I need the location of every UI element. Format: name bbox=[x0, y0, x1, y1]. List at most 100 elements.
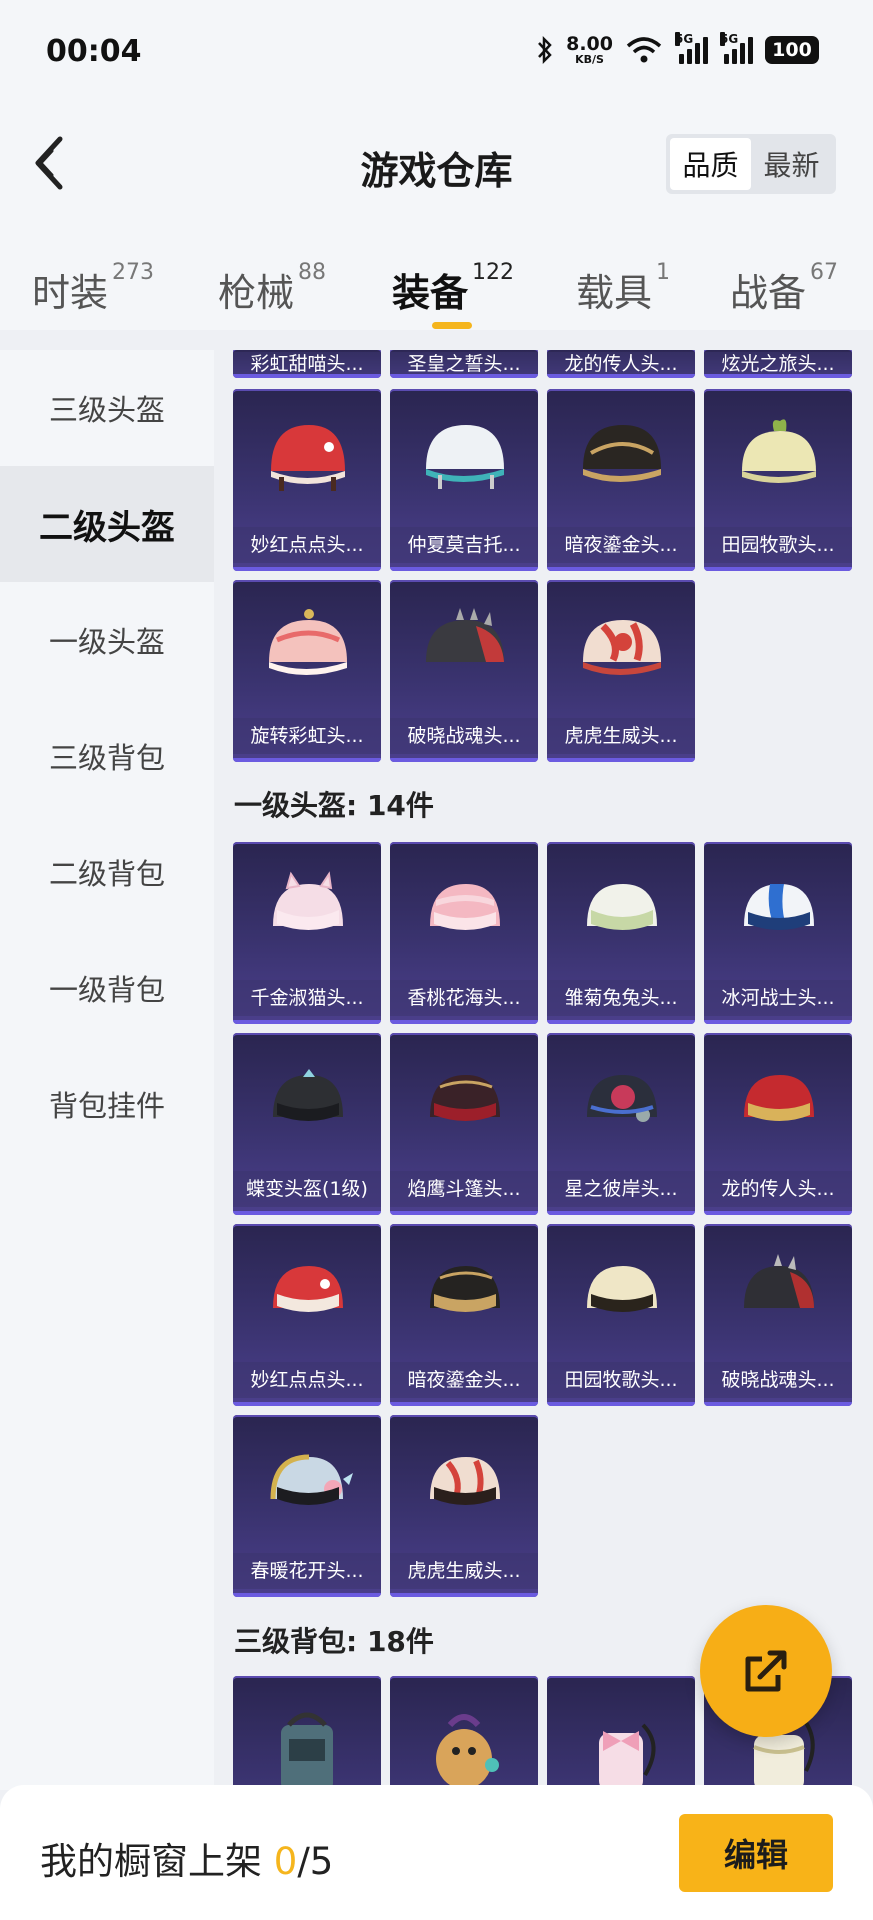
sidebar-item-level3-helmet[interactable]: 三级头盔 bbox=[0, 350, 214, 466]
sidebar-item-level2-helmet[interactable]: 二级头盔 bbox=[0, 466, 214, 582]
item-card[interactable]: 田园牧歌头... bbox=[704, 389, 852, 571]
item-name: 香桃花海头... bbox=[390, 980, 538, 1016]
sidebar-item-level2-backpack[interactable]: 二级背包 bbox=[0, 814, 214, 930]
tab-label: 战备 bbox=[730, 271, 807, 315]
item-card[interactable]: 雏菊兔兔头... bbox=[547, 842, 695, 1024]
item-card[interactable]: 春暖花开头... bbox=[233, 1415, 381, 1597]
item-card[interactable]: 破晓战魂头... bbox=[390, 580, 538, 762]
subcategory-sidebar: 三级头盔 二级头盔 一级头盔 三级背包 二级背包 一级背包 背包挂件 bbox=[0, 350, 214, 1790]
item-name: 星之彼岸头... bbox=[547, 1171, 695, 1207]
tab-label: 时装 bbox=[32, 271, 109, 315]
item-card[interactable]: 龙的传人头... bbox=[547, 350, 695, 378]
item-card[interactable]: 焰鹰斗篷头... bbox=[390, 1033, 538, 1215]
sidebar-item-backpack-charm[interactable]: 背包挂件 bbox=[0, 1046, 214, 1162]
item-card[interactable]: 虎虎生威头... bbox=[547, 580, 695, 762]
tab-firearms[interactable]: 枪械 88 bbox=[218, 260, 327, 317]
speed-unit: KB/S bbox=[575, 53, 604, 66]
tab-count: 88 bbox=[298, 260, 327, 285]
cream-helmet-icon bbox=[587, 1266, 657, 1312]
tactical-backpack-icon bbox=[281, 1712, 333, 1785]
sidebar-item-level3-backpack[interactable]: 三级背包 bbox=[0, 698, 214, 814]
showcase-status: 我的橱窗上架 0/5 bbox=[40, 1831, 333, 1885]
item-name: 龙的传人头... bbox=[547, 352, 695, 376]
item-card[interactable]: 妙红点点头... bbox=[233, 1224, 381, 1406]
category-tabs: 时装 273 枪械 88 装备 122 载具 1 战备 67 bbox=[0, 250, 873, 330]
item-card[interactable]: 暗夜鎏金头... bbox=[390, 1224, 538, 1406]
spiked-dark-helmet-icon bbox=[744, 1254, 814, 1308]
item-name: 雏菊兔兔头... bbox=[547, 980, 695, 1016]
share-button[interactable] bbox=[700, 1605, 832, 1737]
speed-value: 8.00 bbox=[566, 33, 613, 55]
item-card[interactable]: 彩虹甜喵头... bbox=[233, 350, 381, 378]
tab-vehicles[interactable]: 载具 1 bbox=[576, 260, 671, 317]
tab-count: 67 bbox=[810, 260, 839, 285]
tech-helmet-icon bbox=[587, 1075, 657, 1122]
pink-cat-helmet-icon bbox=[273, 871, 343, 930]
item-card[interactable]: 蝶变头盔(1级) bbox=[233, 1033, 381, 1215]
item-card[interactable] bbox=[547, 1676, 695, 1785]
item-name: 圣皇之誓头... bbox=[390, 352, 538, 376]
active-tab-indicator bbox=[432, 322, 472, 329]
cellular-signal-2: 5G bbox=[720, 32, 753, 64]
item-card[interactable]: 香桃花海头... bbox=[390, 842, 538, 1024]
item-card[interactable]: 妙红点点头... bbox=[233, 389, 381, 571]
item-card[interactable]: 旋转彩虹头... bbox=[233, 580, 381, 762]
item-card[interactable]: 圣皇之誓头... bbox=[390, 350, 538, 378]
item-card[interactable]: 虎虎生威头... bbox=[390, 1415, 538, 1597]
red-gold-helmet-icon bbox=[744, 1075, 814, 1121]
spiked-dark-helmet-icon bbox=[426, 608, 504, 662]
item-card[interactable]: 破晓战魂头... bbox=[704, 1224, 852, 1406]
item-name: 田园牧歌头... bbox=[547, 1362, 695, 1398]
item-name: 破晓战魂头... bbox=[390, 718, 538, 754]
battery-indicator: 100 bbox=[765, 36, 819, 64]
plush-backpack-icon bbox=[436, 1714, 499, 1785]
item-card[interactable] bbox=[233, 1676, 381, 1785]
share-icon bbox=[745, 1650, 787, 1692]
tiger-pattern-helmet-icon bbox=[583, 620, 661, 675]
cellular-signal-1: 5G bbox=[675, 32, 708, 64]
item-card[interactable]: 炫光之旅头... bbox=[704, 350, 852, 378]
item-card[interactable]: 暗夜鎏金头... bbox=[547, 389, 695, 571]
tab-count: 122 bbox=[472, 260, 515, 285]
sort-quality-button[interactable]: 品质 bbox=[670, 138, 751, 190]
item-card[interactable]: 千金淑猫头... bbox=[233, 842, 381, 1024]
item-name: 彩虹甜喵头... bbox=[233, 352, 381, 376]
tab-count: 1 bbox=[656, 260, 671, 285]
item-card[interactable]: 冰河战士头... bbox=[704, 842, 852, 1024]
sidebar-item-level1-helmet[interactable]: 一级头盔 bbox=[0, 582, 214, 698]
item-card[interactable]: 星之彼岸头... bbox=[547, 1033, 695, 1215]
white-teal-helmet-icon bbox=[426, 425, 504, 489]
tab-supplies[interactable]: 战备 67 bbox=[730, 260, 839, 317]
item-name: 旋转彩虹头... bbox=[233, 718, 381, 754]
item-card[interactable]: 龙的传人头... bbox=[704, 1033, 852, 1215]
tab-equipment[interactable]: 装备 122 bbox=[392, 260, 515, 317]
edit-button[interactable]: 编辑 bbox=[679, 1814, 833, 1892]
item-name: 龙的传人头... bbox=[704, 1171, 852, 1207]
item-name: 千金淑猫头... bbox=[233, 980, 381, 1016]
item-name: 焰鹰斗篷头... bbox=[390, 1171, 538, 1207]
tab-fashion[interactable]: 时装 273 bbox=[32, 260, 154, 317]
wifi-icon bbox=[626, 37, 662, 63]
showcase-count: 0 bbox=[273, 1840, 298, 1883]
item-name: 虎虎生威头... bbox=[547, 718, 695, 754]
network-type-2: 5G bbox=[720, 32, 739, 46]
bottom-bar: 我的橱窗上架 0/5 编辑 bbox=[0, 1785, 873, 1920]
flower-helmet-icon bbox=[270, 1454, 353, 1505]
section-header-level1-helmet: 一级头盔: 14件 bbox=[234, 789, 434, 822]
item-name: 春暖花开头... bbox=[233, 1553, 381, 1589]
item-name: 冰河战士头... bbox=[704, 980, 852, 1016]
item-name: 暗夜鎏金头... bbox=[390, 1362, 538, 1398]
sidebar-item-level1-backpack[interactable]: 一级背包 bbox=[0, 930, 214, 1046]
item-card[interactable]: 仲夏莫吉托... bbox=[390, 389, 538, 571]
item-card[interactable] bbox=[390, 1676, 538, 1785]
item-grid[interactable]: 彩虹甜喵头... 圣皇之誓头... 龙的传人头... 炫光之旅头... 妙红点点… bbox=[214, 350, 873, 1785]
cream-leaf-helmet-icon bbox=[742, 419, 816, 483]
bluetooth-icon bbox=[538, 35, 552, 65]
tiger-pattern-helmet-icon bbox=[430, 1457, 500, 1505]
status-icons: 8.00 KB/S 5G 5G 100 bbox=[536, 30, 819, 70]
tab-label: 装备 bbox=[392, 271, 469, 315]
item-name: 破晓战魂头... bbox=[704, 1362, 852, 1398]
sort-newest-button[interactable]: 最新 bbox=[751, 138, 832, 190]
item-name: 妙红点点头... bbox=[233, 527, 381, 563]
item-card[interactable]: 田园牧歌头... bbox=[547, 1224, 695, 1406]
